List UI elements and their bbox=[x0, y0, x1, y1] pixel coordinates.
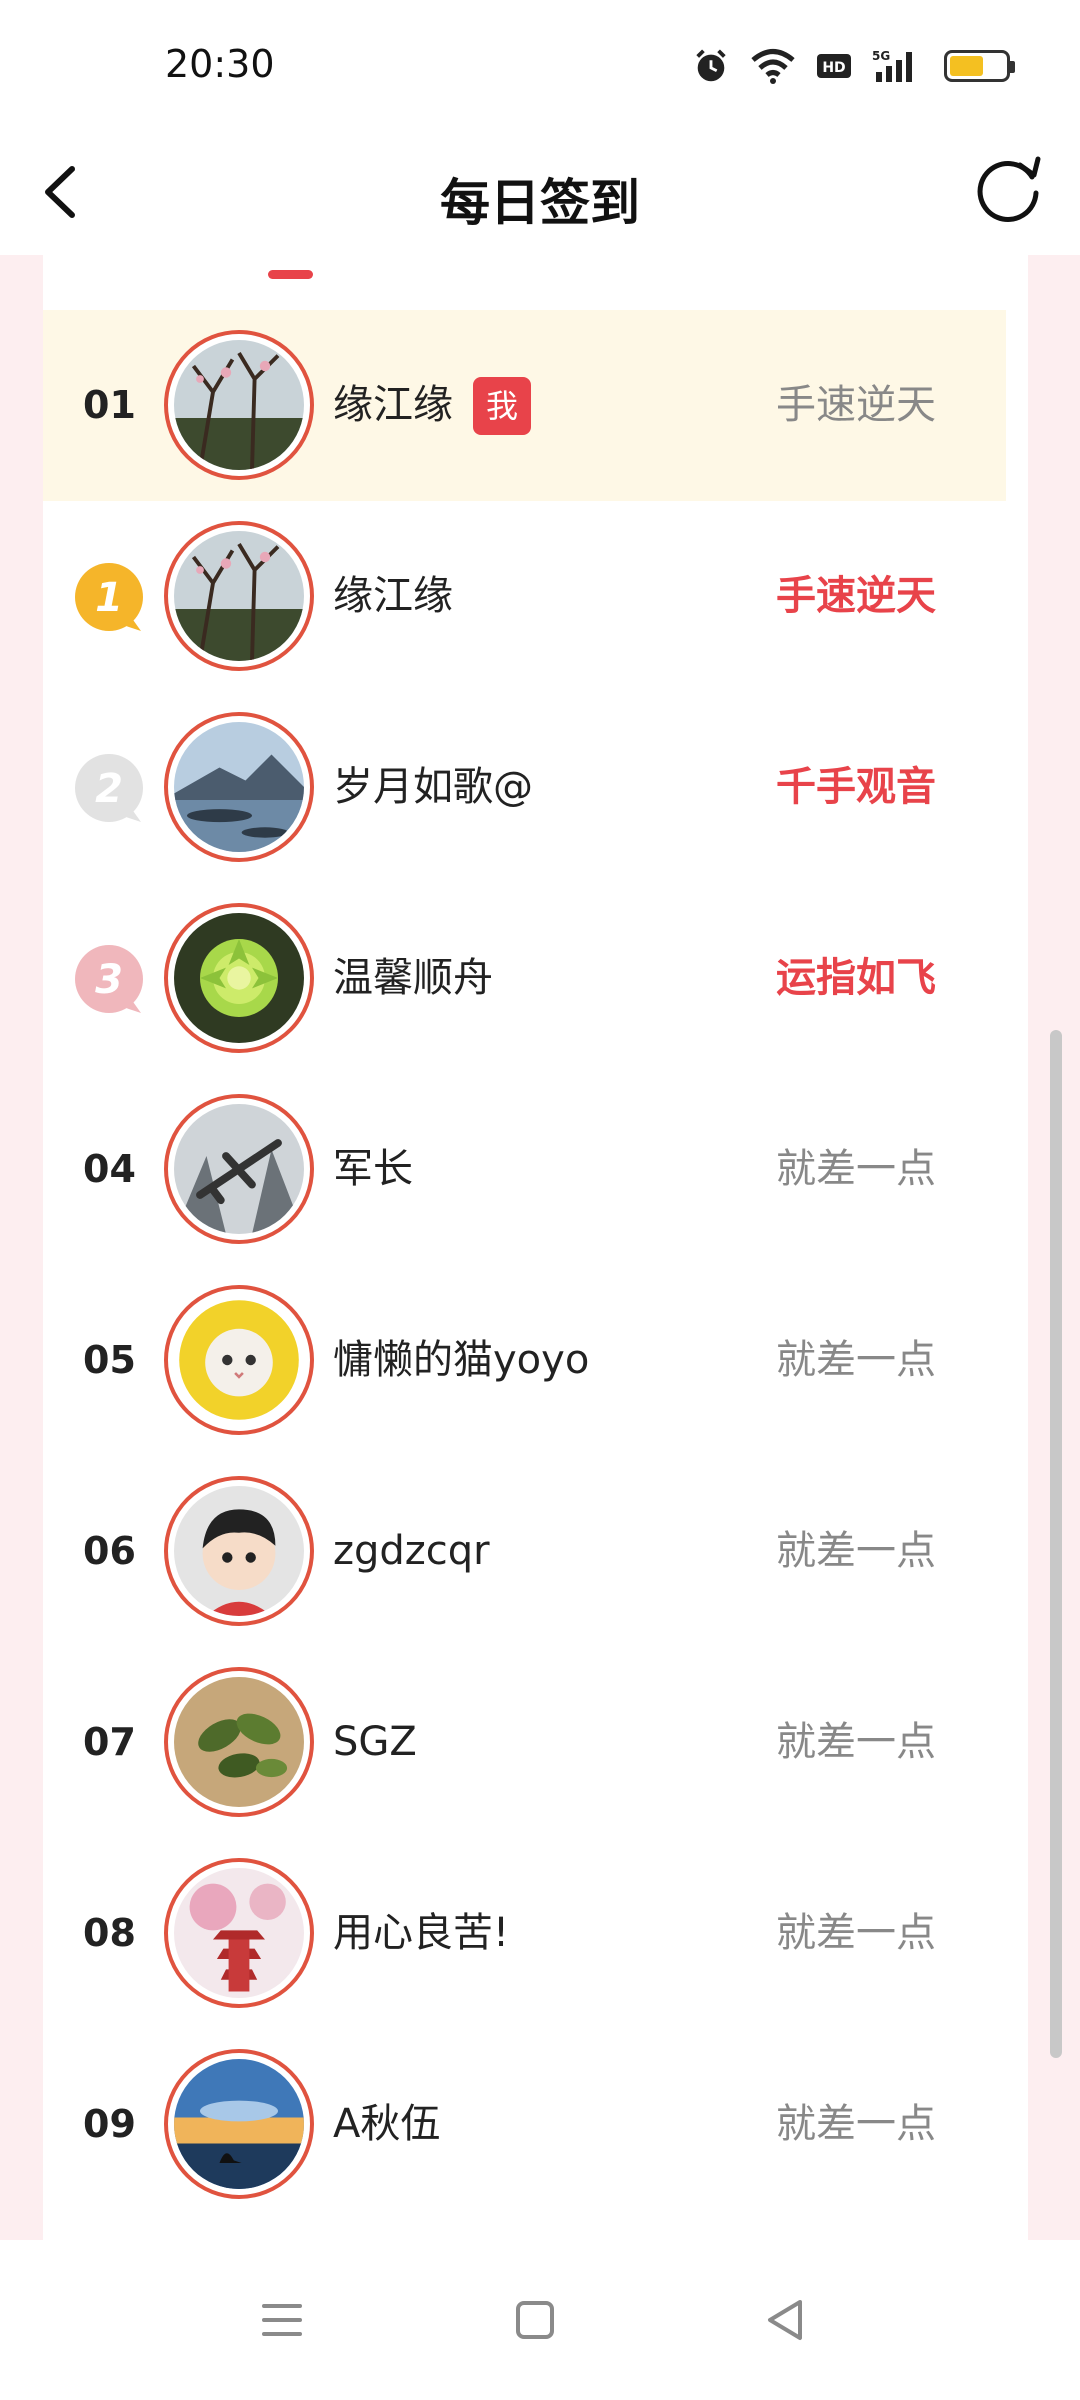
rank-title: 手速逆天 bbox=[776, 382, 936, 428]
user-name: 岁月如歌@ bbox=[333, 764, 533, 810]
status-icons: HD 5G bbox=[692, 46, 1015, 86]
leaderboard-row[interactable]: 2 岁月如歌@ 千手观音 bbox=[43, 692, 1006, 883]
alarm-icon bbox=[696, 49, 726, 82]
user-name: 缘江缘 bbox=[333, 573, 453, 619]
rank-title: 就差一点 bbox=[776, 1146, 936, 1192]
rank-title: 就差一点 bbox=[776, 1528, 936, 1574]
gold-medal-icon: 1 bbox=[75, 563, 143, 631]
home-icon[interactable] bbox=[505, 2290, 565, 2350]
me-badge: 我 bbox=[473, 377, 531, 435]
back-triangle-icon[interactable] bbox=[756, 2290, 816, 2350]
medal-number: 1 bbox=[95, 575, 123, 621]
battery-fill bbox=[950, 56, 984, 76]
svg-text:HD: HD bbox=[822, 60, 845, 76]
user-name: 用心良苦! bbox=[333, 1910, 510, 1956]
rank-title: 就差一点 bbox=[776, 1910, 936, 1956]
refresh-icon[interactable] bbox=[968, 149, 1048, 229]
nav-bar: 每日签到 bbox=[0, 135, 1080, 255]
battery-icon bbox=[944, 50, 1015, 82]
rank-title: 手速逆天 bbox=[776, 573, 936, 619]
my-rank-row[interactable]: 01 缘江缘 我 手速逆天 bbox=[43, 310, 1006, 501]
leaves-avatar[interactable] bbox=[164, 1667, 314, 1817]
rank-number: 08 bbox=[83, 1911, 136, 1955]
page-title: 每日签到 bbox=[440, 174, 640, 232]
user-name: 温馨顺舟 bbox=[333, 955, 493, 1001]
scrollbar[interactable] bbox=[1050, 1030, 1062, 2058]
wifi-icon bbox=[751, 49, 795, 84]
plum-blossom-avatar[interactable] bbox=[164, 521, 314, 671]
medal-number: 2 bbox=[95, 766, 123, 812]
user-name: SGZ bbox=[333, 1719, 417, 1765]
system-nav-bar bbox=[0, 2240, 1080, 2400]
rank-title: 就差一点 bbox=[776, 2101, 936, 2147]
silver-medal-icon: 2 bbox=[75, 754, 143, 822]
leaderboard-row[interactable]: 1 缘江缘 手速逆天 bbox=[43, 501, 1006, 692]
leaderboard-row[interactable]: 3 温馨顺舟 运指如飞 bbox=[43, 883, 1006, 1074]
plum-blossom-avatar[interactable] bbox=[164, 330, 314, 480]
rank-number: 04 bbox=[83, 1147, 136, 1191]
leaderboard-row[interactable]: 06 zgdzcqr 就差一点 bbox=[43, 1456, 1006, 1647]
rank-number: 09 bbox=[83, 2102, 136, 2146]
leaderboard-row[interactable]: 04 军长 就差一点 bbox=[43, 1074, 1006, 1265]
tab-indicator bbox=[268, 270, 313, 279]
leaderboard-row[interactable]: 05 慵懒的猫yoyo 就差一点 bbox=[43, 1265, 1006, 1456]
user-name: A秋伍 bbox=[333, 2101, 441, 2147]
rank-title: 就差一点 bbox=[776, 1337, 936, 1383]
medal-number: 3 bbox=[95, 957, 123, 1003]
leaderboard-row[interactable]: 07 SGZ 就差一点 bbox=[43, 1647, 1006, 1838]
lotus-avatar[interactable] bbox=[164, 903, 314, 1053]
pagoda-avatar[interactable] bbox=[164, 1858, 314, 2008]
rank-number: 07 bbox=[83, 1720, 136, 1764]
user-name: 军长 bbox=[333, 1146, 413, 1192]
rank-number: 06 bbox=[83, 1529, 136, 1573]
cat-avatar[interactable] bbox=[164, 1285, 314, 1435]
leaderboard-row[interactable]: 09 A秋伍 就差一点 bbox=[43, 2029, 1006, 2220]
cartoon-boy-avatar[interactable] bbox=[164, 1476, 314, 1626]
user-name: 缘江缘 bbox=[333, 382, 453, 428]
lake-mountain-avatar[interactable] bbox=[164, 712, 314, 862]
rank-title: 千手观音 bbox=[776, 764, 936, 810]
rank-number: 01 bbox=[83, 383, 136, 427]
5g-signal-icon: 5G bbox=[872, 49, 912, 82]
status-time: 20:30 bbox=[165, 42, 275, 86]
rank-title: 运指如飞 bbox=[776, 955, 936, 1001]
menu-icon[interactable] bbox=[252, 2290, 312, 2350]
sunset-avatar[interactable] bbox=[164, 2049, 314, 2199]
rank-number: 05 bbox=[83, 1338, 136, 1382]
rank-title: 就差一点 bbox=[776, 1719, 936, 1765]
airplane-avatar[interactable] bbox=[164, 1094, 314, 1244]
status-bar: 20:30 HD 5G bbox=[0, 0, 1080, 135]
bronze-medal-icon: 3 bbox=[75, 945, 143, 1013]
user-name: 慵懒的猫yoyo bbox=[333, 1337, 590, 1383]
leaderboard-row[interactable]: 08 用心良苦! 就差一点 bbox=[43, 1838, 1006, 2029]
hd-icon: HD bbox=[817, 54, 851, 78]
user-name: zgdzcqr bbox=[333, 1528, 490, 1574]
svg-text:5G: 5G bbox=[872, 49, 890, 63]
